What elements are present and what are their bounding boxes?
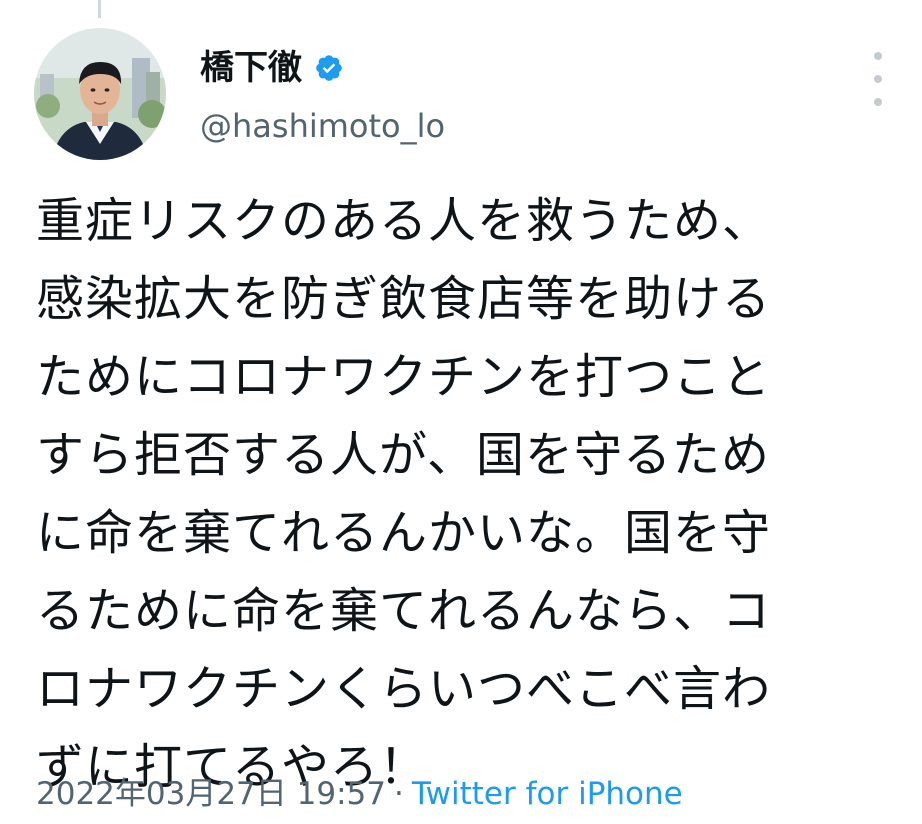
tweet-source-link[interactable]: Twitter for iPhone: [412, 776, 683, 812]
tweet-timestamp[interactable]: 2022年03月27日 19:57: [36, 776, 386, 812]
tweet-detail: 橋下徹 @hashimoto_lo 重症リスクのある人を救うため、 感染拡大を防…: [0, 0, 922, 824]
more-vertical-icon[interactable]: [866, 44, 890, 114]
user-handle[interactable]: @hashimoto_lo: [200, 104, 445, 148]
thread-connector-line: [98, 0, 101, 18]
avatar[interactable]: [34, 28, 166, 160]
tweet-metadata: 2022年03月27日 19:57 · Twitter for iPhone: [36, 772, 683, 816]
tweet-text: 重症リスクのある人を救うため、 感染拡大を防ぎ飲食店等を助ける ためにコロナワク…: [36, 193, 772, 795]
verified-badge-icon: [314, 53, 344, 83]
metadata-separator: ·: [393, 776, 404, 812]
display-name[interactable]: 橋下徹: [200, 44, 302, 92]
author-name-row: 橋下徹: [200, 44, 344, 92]
